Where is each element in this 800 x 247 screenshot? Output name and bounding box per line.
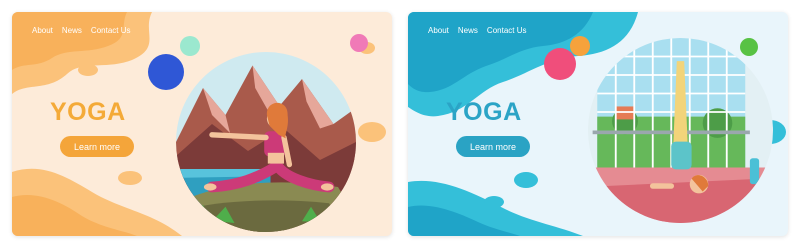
nav-link-about[interactable]: About: [32, 26, 53, 35]
decorative-dot-orange: [570, 36, 590, 56]
landing-page-outdoor-yoga: About News Contact Us YOGA Learn more: [12, 12, 392, 236]
learn-more-button[interactable]: Learn more: [60, 136, 134, 157]
nav-link-contact-us[interactable]: Contact Us: [91, 26, 131, 35]
landing-page-indoor-yoga: About News Contact Us YOGA Learn more: [408, 12, 788, 236]
nav-link-about[interactable]: About: [428, 26, 449, 35]
outdoor-yoga-illustration: [176, 52, 356, 232]
decorative-dot-pink: [544, 48, 576, 80]
top-nav: About News Contact Us: [32, 26, 131, 35]
nav-link-news[interactable]: News: [62, 26, 82, 35]
learn-more-button[interactable]: Learn more: [456, 136, 530, 157]
nav-link-news[interactable]: News: [458, 26, 478, 35]
indoor-yoga-illustration: [588, 38, 773, 223]
decorative-dot-pink: [350, 34, 368, 52]
nav-link-contact-us[interactable]: Contact Us: [487, 26, 527, 35]
page-title: YOGA: [446, 98, 522, 126]
top-nav: About News Contact Us: [428, 26, 527, 35]
page-title: YOGA: [50, 98, 126, 126]
